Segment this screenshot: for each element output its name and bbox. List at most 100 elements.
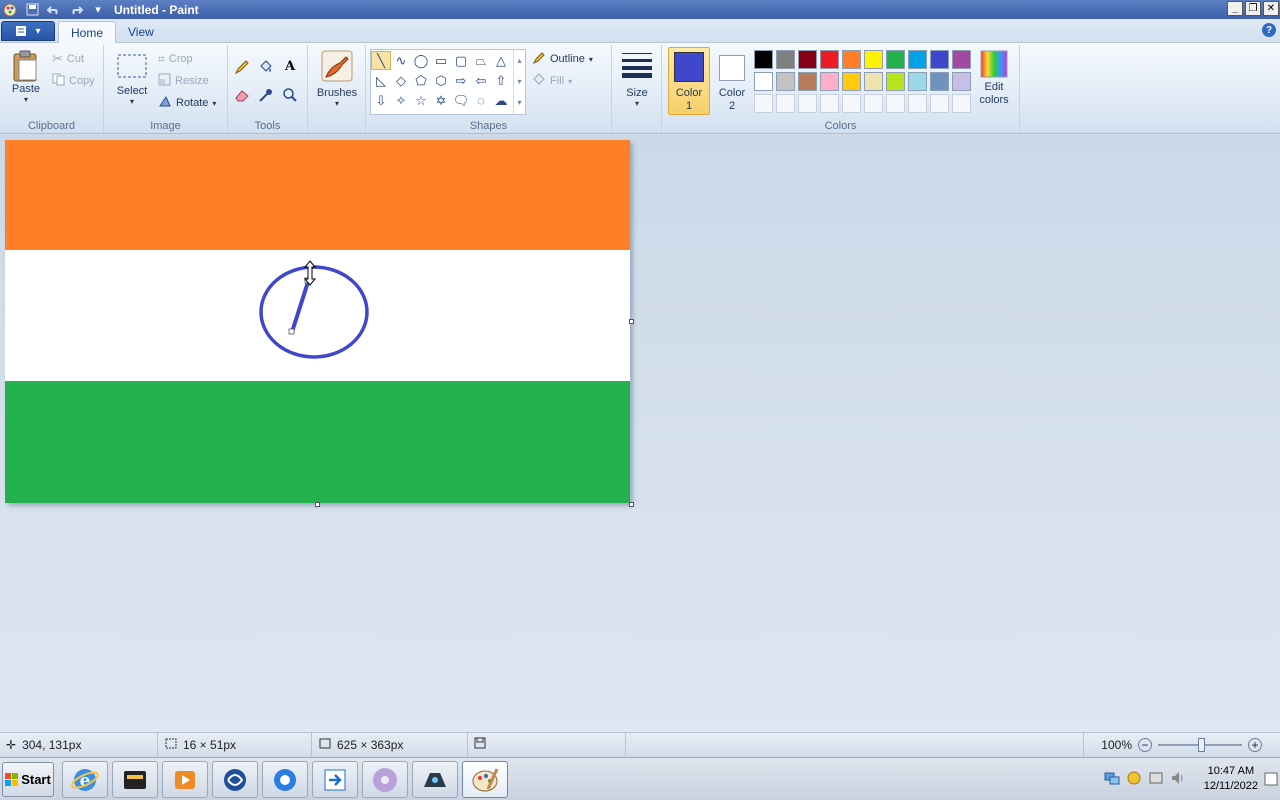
canvas-resize-handle-right[interactable] bbox=[629, 319, 634, 324]
palette-swatch[interactable] bbox=[776, 72, 795, 91]
size-button[interactable]: Size ▾ bbox=[618, 51, 656, 108]
restore-button[interactable]: ❐ bbox=[1245, 1, 1261, 16]
five-point-star-shape-icon[interactable]: ☆ bbox=[411, 91, 431, 110]
start-button[interactable]: Start bbox=[2, 762, 54, 797]
taskbar-clock[interactable]: 10:47 AM 12/11/2022 bbox=[1204, 764, 1258, 794]
left-arrow-shape-icon[interactable]: ⇦ bbox=[471, 71, 491, 90]
canvas-resize-handle-corner[interactable] bbox=[629, 502, 634, 507]
palette-swatch-empty[interactable] bbox=[952, 94, 971, 113]
select-button[interactable]: Select ▾ bbox=[114, 53, 150, 106]
outline-button[interactable]: Outline ▾ bbox=[532, 49, 593, 69]
canvas-resize-handle-bottom[interactable] bbox=[315, 502, 320, 507]
curve-shape-icon[interactable]: ∿ bbox=[391, 51, 411, 70]
pencil-icon[interactable] bbox=[232, 57, 252, 76]
up-arrow-shape-icon[interactable]: ⇧ bbox=[491, 71, 511, 90]
palette-swatch[interactable] bbox=[798, 72, 817, 91]
close-button[interactable]: ✕ bbox=[1263, 1, 1279, 16]
minimize-button[interactable]: _ bbox=[1227, 1, 1243, 16]
taskbar-media-player[interactable] bbox=[162, 761, 208, 798]
fill-bucket-icon[interactable] bbox=[256, 57, 276, 76]
customize-toolbar-icon[interactable]: ▾ bbox=[90, 2, 106, 18]
paste-button[interactable]: Paste ▾ bbox=[8, 49, 44, 104]
palette-swatch-empty[interactable] bbox=[820, 94, 839, 113]
palette-swatch[interactable] bbox=[886, 50, 905, 69]
palette-swatch[interactable] bbox=[952, 50, 971, 69]
help-icon[interactable]: ? bbox=[1262, 23, 1276, 37]
zoom-slider[interactable] bbox=[1158, 737, 1242, 752]
diamond-shape-icon[interactable]: ◇ bbox=[391, 71, 411, 90]
taskbar-app-6[interactable] bbox=[312, 761, 358, 798]
rect-callout-shape-icon[interactable]: 🗨 bbox=[451, 91, 471, 110]
taskbar-internet-explorer[interactable]: e bbox=[62, 761, 108, 798]
color1-button[interactable]: Color 1 bbox=[668, 47, 710, 115]
crop-button[interactable]: ⌗ Crop bbox=[158, 49, 193, 69]
update-icon[interactable] bbox=[1126, 770, 1142, 789]
resize-button[interactable]: Resize bbox=[158, 71, 209, 91]
tab-home[interactable]: Home bbox=[58, 21, 117, 43]
four-point-star-shape-icon[interactable]: ✧ bbox=[391, 91, 411, 110]
magnifier-icon[interactable] bbox=[280, 85, 300, 104]
down-arrow-shape-icon[interactable]: ⇩ bbox=[371, 91, 391, 110]
hexagon-shape-icon[interactable]: ⬡ bbox=[431, 71, 451, 90]
zoom-out-button[interactable]: − bbox=[1138, 737, 1152, 752]
palette-swatch[interactable] bbox=[820, 50, 839, 69]
palette-swatch-empty[interactable] bbox=[886, 94, 905, 113]
brushes-button[interactable]: Brushes ▾ bbox=[314, 49, 360, 108]
color-picker-icon[interactable] bbox=[256, 85, 276, 104]
triangle-shape-icon[interactable]: △ bbox=[491, 51, 511, 70]
edit-colors-button[interactable]: Edit colors bbox=[972, 49, 1016, 107]
taskbar-paint[interactable] bbox=[462, 761, 508, 798]
palette-swatch-empty[interactable] bbox=[908, 94, 927, 113]
palette-swatch-empty[interactable] bbox=[842, 94, 861, 113]
oval-shape-icon[interactable]: ◯ bbox=[411, 51, 431, 70]
taskbar-app-2[interactable] bbox=[112, 761, 158, 798]
volume-icon[interactable] bbox=[1170, 770, 1186, 789]
palette-swatch[interactable] bbox=[930, 72, 949, 91]
palette-swatch[interactable] bbox=[820, 72, 839, 91]
paint-app-icon[interactable] bbox=[2, 2, 18, 18]
palette-swatch[interactable] bbox=[798, 50, 817, 69]
text-tool-icon[interactable]: A bbox=[280, 57, 300, 76]
taskbar-app-5[interactable] bbox=[262, 761, 308, 798]
palette-swatch-empty[interactable] bbox=[776, 94, 795, 113]
oval-callout-shape-icon[interactable]: ◌ bbox=[471, 91, 491, 110]
redo-icon[interactable] bbox=[68, 2, 84, 18]
palette-swatch[interactable] bbox=[864, 50, 883, 69]
tab-view[interactable]: View bbox=[116, 21, 166, 43]
polygon-shape-icon[interactable]: ⏢ bbox=[471, 51, 491, 70]
drawing-canvas[interactable] bbox=[5, 140, 630, 503]
palette-swatch[interactable] bbox=[776, 50, 795, 69]
rectangle-shape-icon[interactable]: ▭ bbox=[431, 51, 451, 70]
palette-swatch[interactable] bbox=[930, 50, 949, 69]
device-icon[interactable] bbox=[1148, 770, 1164, 789]
palette-swatch-empty[interactable] bbox=[754, 94, 773, 113]
palette-swatch-empty[interactable] bbox=[864, 94, 883, 113]
palette-swatch[interactable] bbox=[908, 72, 927, 91]
line-shape-icon[interactable]: ╲ bbox=[371, 51, 391, 70]
palette-swatch[interactable] bbox=[842, 50, 861, 69]
right-arrow-shape-icon[interactable]: ⇨ bbox=[451, 71, 471, 90]
rotate-button[interactable]: Rotate ▾ bbox=[158, 93, 216, 113]
zoom-in-button[interactable]: + bbox=[1248, 737, 1262, 752]
palette-swatch[interactable] bbox=[864, 72, 883, 91]
palette-swatch-empty[interactable] bbox=[798, 94, 817, 113]
eraser-icon[interactable] bbox=[232, 85, 252, 104]
palette-swatch[interactable] bbox=[908, 50, 927, 69]
palette-swatch[interactable] bbox=[952, 72, 971, 91]
shapes-scrollbar[interactable]: ▴ ▾ ▾ bbox=[513, 50, 525, 114]
taskbar-app-4[interactable] bbox=[212, 761, 258, 798]
six-point-star-shape-icon[interactable]: ✡ bbox=[431, 91, 451, 110]
palette-swatch[interactable] bbox=[754, 50, 773, 69]
palette-swatch[interactable] bbox=[754, 72, 773, 91]
color2-button[interactable]: Color 2 bbox=[712, 47, 752, 113]
taskbar-app-8[interactable] bbox=[412, 761, 458, 798]
cut-button[interactable]: ✂ Cut bbox=[52, 49, 84, 69]
pentagon-shape-icon[interactable]: ⬠ bbox=[411, 71, 431, 90]
action-center-icon[interactable] bbox=[1264, 772, 1278, 789]
save-icon[interactable] bbox=[24, 2, 40, 18]
copy-button[interactable]: Copy bbox=[52, 71, 95, 91]
palette-swatch[interactable] bbox=[886, 72, 905, 91]
canvas-workspace[interactable] bbox=[0, 135, 1280, 732]
fill-button[interactable]: Fill ▾ bbox=[532, 71, 572, 91]
rounded-rectangle-shape-icon[interactable]: ▢ bbox=[451, 51, 471, 70]
